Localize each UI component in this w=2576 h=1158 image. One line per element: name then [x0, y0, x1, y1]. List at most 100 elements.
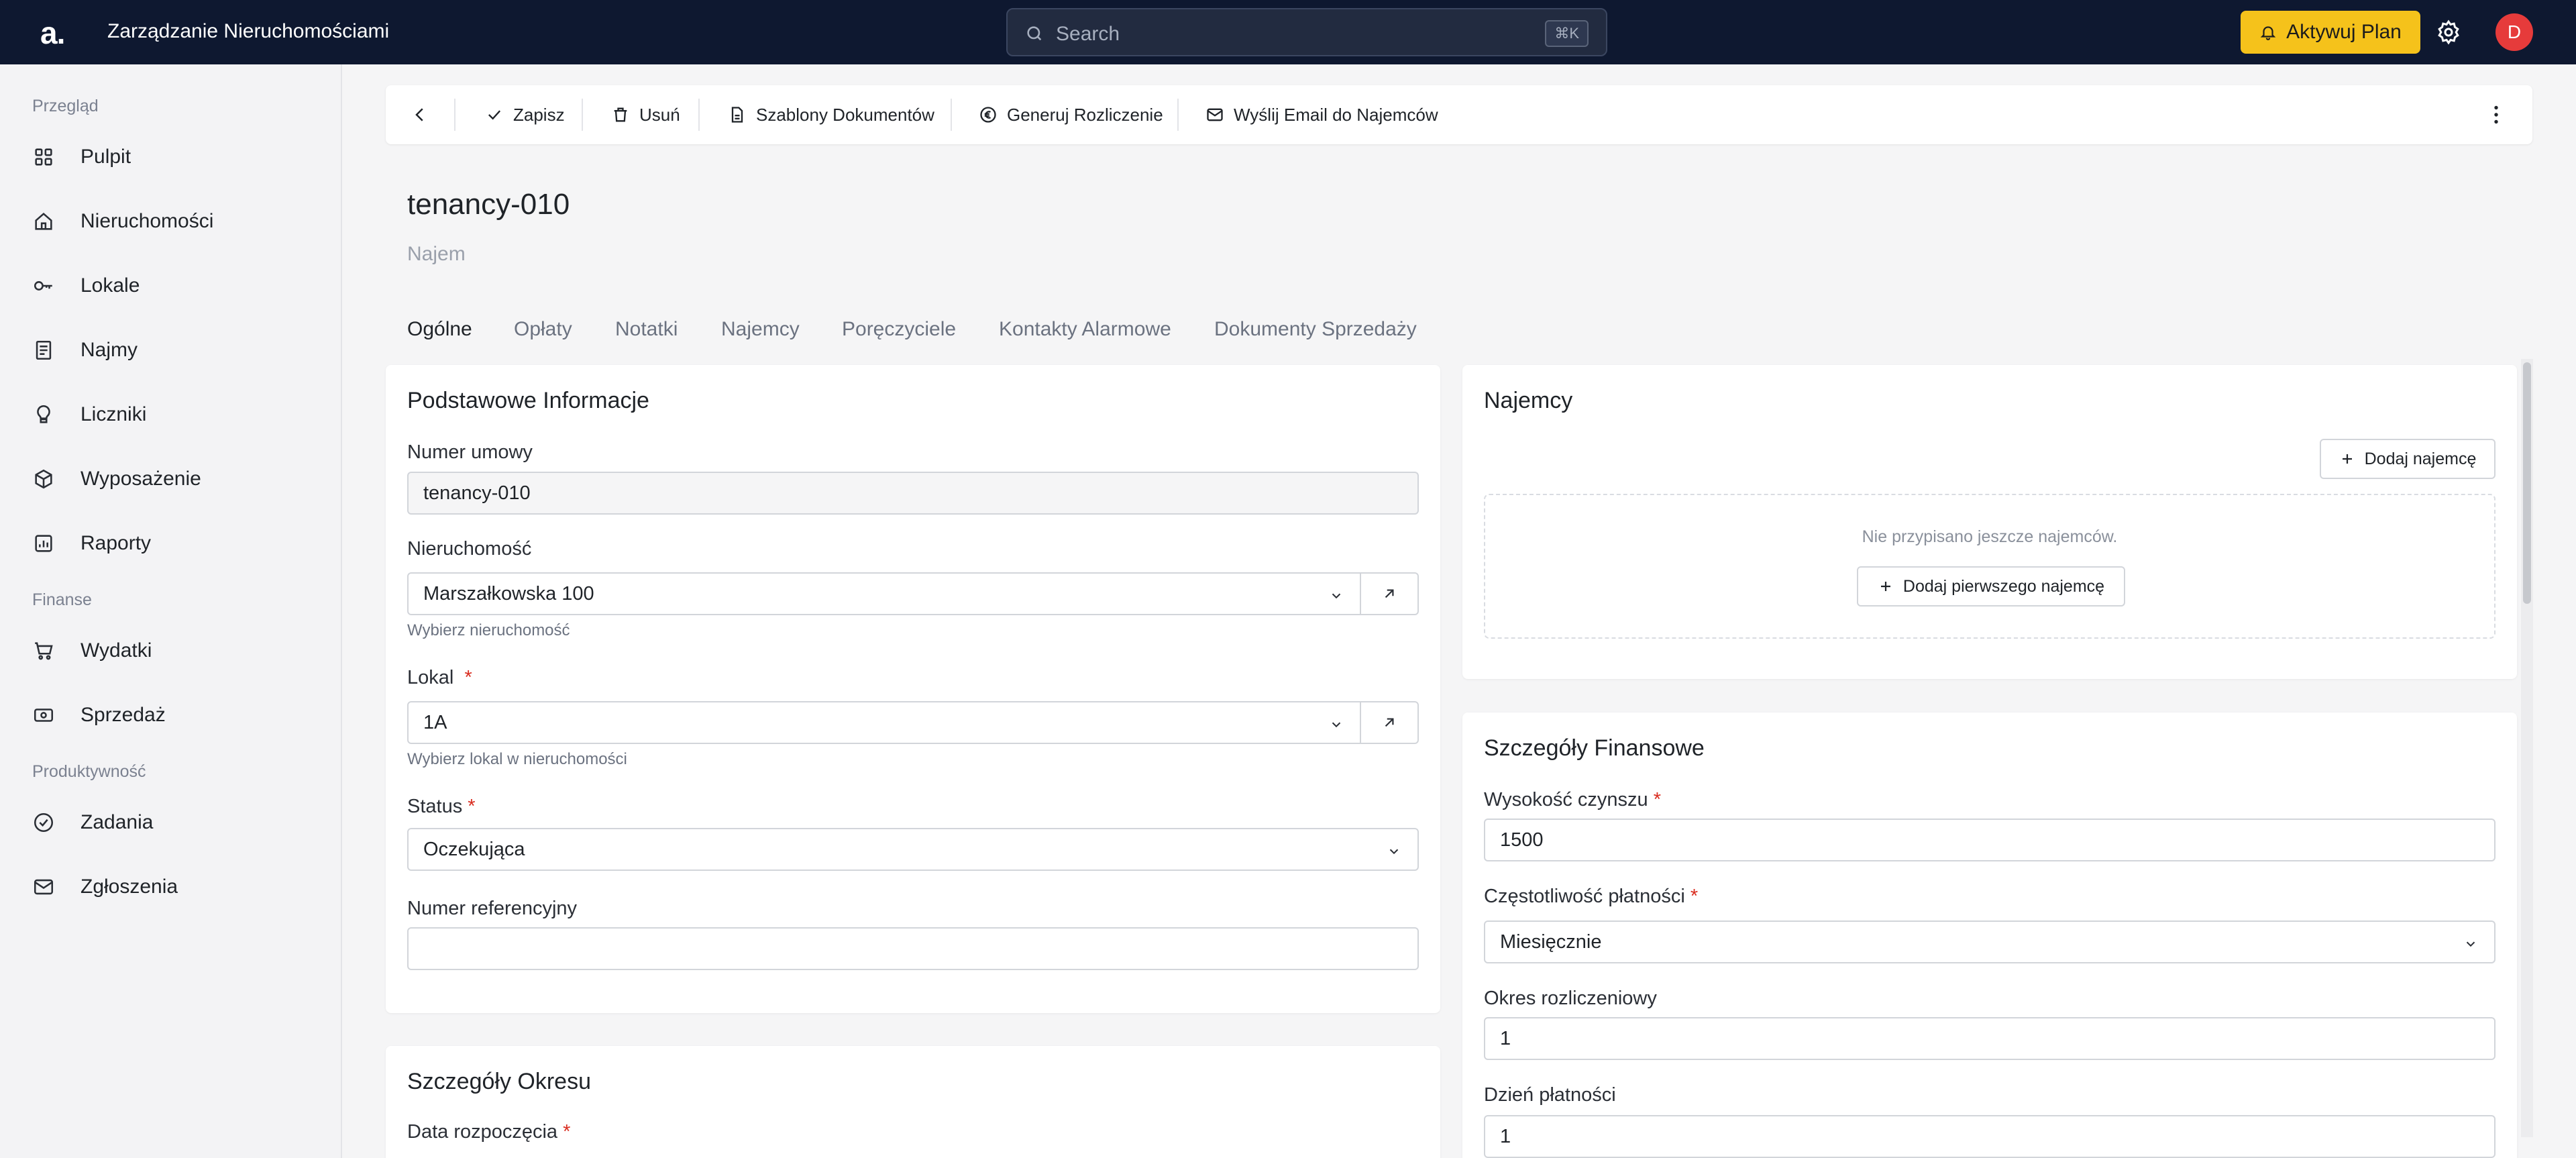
- tab-guarantors[interactable]: Poręczyciele: [842, 318, 956, 341]
- sidebar-item-reports[interactable]: Raporty: [32, 522, 314, 565]
- property-hint: Wybierz nieruchomość: [407, 621, 570, 639]
- required-marker: *: [557, 1121, 571, 1143]
- sidebar-item-units[interactable]: Lokale: [32, 264, 314, 307]
- banknote-icon: [34, 708, 54, 722]
- home-icon: [35, 212, 52, 230]
- sidebar-item-label: Zgłoszenia: [80, 876, 178, 898]
- chevron-down-icon: [1329, 717, 1344, 732]
- status-label: Status *: [407, 796, 476, 818]
- sidebar-section-overview: Przegląd: [32, 97, 99, 115]
- add-first-tenant-label: Dodaj pierwszego najemcę: [1902, 576, 2105, 596]
- sidebar-section-finance: Finanse: [32, 590, 92, 609]
- activate-plan-button[interactable]: Aktywuj Plan: [2241, 11, 2420, 54]
- action-toolbar: Zapisz Usuń Szablony Dokumentów Generuj …: [386, 85, 2532, 144]
- sidebar-item-equipment[interactable]: Wyposażenie: [32, 458, 314, 501]
- gear-icon[interactable]: [2435, 19, 2462, 46]
- sidebar-item-label: Pulpit: [80, 146, 131, 168]
- lightbulb-icon: [37, 405, 50, 423]
- sidebar-item-properties[interactable]: Nieruchomości: [32, 200, 314, 243]
- sidebar-item-requests[interactable]: Zgłoszenia: [32, 865, 314, 908]
- required-marker: *: [462, 796, 476, 817]
- trash-icon: [614, 107, 627, 122]
- app-title: Zarządzanie Nieruchomościami: [107, 20, 390, 42]
- contract-number-label: Numer umowy: [407, 441, 533, 463]
- tab-general[interactable]: Ogólne: [407, 318, 472, 341]
- payment-frequency-select[interactable]: Miesięcznie: [1484, 920, 2496, 963]
- start-date-label-text: Data rozpoczęcia: [407, 1121, 558, 1143]
- reference-number-field[interactable]: [407, 927, 1419, 970]
- euro-icon: [980, 107, 996, 123]
- delete-button[interactable]: Usuń: [611, 85, 680, 144]
- rent-amount-value: 1500: [1500, 829, 1544, 851]
- toolbar-divider: [698, 99, 700, 131]
- tab-emergency-contacts[interactable]: Kontakty Alarmowe: [999, 318, 1171, 341]
- tab-tenants[interactable]: Najemcy: [721, 318, 800, 341]
- unit-label-text: Lokal: [407, 667, 454, 688]
- search-shortcut-badge: ⌘K: [1545, 20, 1589, 47]
- property-value: Marszałkowska 100: [423, 582, 594, 604]
- add-tenant-label: Dodaj najemcę: [2364, 449, 2477, 468]
- toolbar-divider: [454, 99, 455, 131]
- page-title: tenancy-010: [407, 188, 570, 221]
- document-icon: [36, 340, 52, 360]
- start-date-label: Data rozpoczęcia *: [407, 1121, 570, 1143]
- save-button[interactable]: Zapisz: [485, 85, 565, 144]
- email-tenants-label: Wyślij Email do Najemców: [1234, 104, 1438, 125]
- email-tenants-button[interactable]: Wyślij Email do Najemców: [1205, 85, 1438, 144]
- plus-icon: [2342, 454, 2352, 464]
- sidebar-section-productivity: Produktywność: [32, 762, 146, 781]
- tab-notes[interactable]: Notatki: [615, 318, 678, 341]
- add-first-tenant-button[interactable]: Dodaj pierwszego najemcę: [1857, 566, 2125, 607]
- financial-details-card: Szczegóły Finansowe Wysokość czynszu * 1…: [1462, 713, 2517, 1158]
- billing-period-label: Okres rozliczeniowy: [1484, 988, 1657, 1009]
- tenants-empty-state: Nie przypisano jeszcze najemców. Dodaj p…: [1484, 494, 2496, 639]
- chevron-down-icon: [1329, 588, 1344, 603]
- top-bar: a. Zarządzanie Nieruchomościami Search ⌘…: [0, 0, 2576, 64]
- rent-amount-label: Wysokość czynszu *: [1484, 789, 1661, 811]
- payment-frequency-label: Częstotliwość płatności *: [1484, 886, 1698, 908]
- billing-period-value: 1: [1500, 1027, 1511, 1049]
- open-property-button[interactable]: [1360, 574, 1417, 614]
- property-label: Nieruchomość: [407, 538, 532, 560]
- status-select[interactable]: Oczekująca: [407, 828, 1419, 871]
- property-select[interactable]: Marszałkowska 100: [407, 572, 1419, 615]
- sidebar-item-meters[interactable]: Liczniki: [32, 393, 314, 436]
- sidebar-item-expenses[interactable]: Wydatki: [32, 629, 314, 672]
- unit-label: Lokal *: [407, 667, 472, 689]
- report-icon: [35, 535, 52, 552]
- required-marker: *: [1684, 886, 1699, 907]
- sidebar-item-dashboard[interactable]: Pulpit: [32, 136, 314, 178]
- mail-icon: [1207, 108, 1223, 121]
- external-link-icon: [1385, 718, 1394, 727]
- add-tenant-button[interactable]: Dodaj najemcę: [2320, 439, 2496, 479]
- sidebar-item-tenancies[interactable]: Najmy: [32, 329, 314, 372]
- payment-day-field[interactable]: 1: [1484, 1115, 2496, 1158]
- sidebar-item-tasks[interactable]: Zadania: [32, 801, 314, 844]
- sidebar-item-label: Raporty: [80, 532, 152, 554]
- activate-plan-label: Aktywuj Plan: [2286, 21, 2402, 43]
- rent-amount-label-text: Wysokość czynszu: [1484, 789, 1648, 810]
- back-button[interactable]: [410, 85, 430, 144]
- search-input[interactable]: Search ⌘K: [1006, 8, 1607, 56]
- app-logo[interactable]: a.: [40, 15, 65, 51]
- period-details-title: Szczegóły Okresu: [407, 1069, 591, 1094]
- contract-number-field[interactable]: tenancy-010: [407, 472, 1419, 515]
- rent-amount-field[interactable]: 1500: [1484, 819, 2496, 861]
- more-vertical-icon[interactable]: [2484, 103, 2508, 127]
- tab-fees[interactable]: Opłaty: [514, 318, 572, 341]
- sidebar-item-label: Lokale: [80, 274, 140, 297]
- open-unit-button[interactable]: [1360, 702, 1417, 743]
- chevron-down-icon: [1387, 844, 1401, 859]
- tab-sales-documents[interactable]: Dokumenty Sprzedaży: [1214, 318, 1417, 341]
- generate-settlement-button[interactable]: Generuj Rozliczenie: [979, 85, 1163, 144]
- payment-frequency-value: Miesięcznie: [1500, 931, 1602, 953]
- sidebar-item-sales[interactable]: Sprzedaż: [32, 694, 314, 737]
- document-templates-button[interactable]: Szablony Dokumentów: [728, 85, 934, 144]
- billing-period-field[interactable]: 1: [1484, 1017, 2496, 1060]
- grid-icon: [35, 148, 52, 166]
- unit-select[interactable]: 1A: [407, 701, 1419, 744]
- user-avatar[interactable]: D: [2496, 13, 2533, 51]
- scrollbar-thumb[interactable]: [2523, 362, 2531, 604]
- search-placeholder: Search: [1056, 23, 1120, 45]
- payment-frequency-label-text: Częstotliwość płatności: [1484, 886, 1685, 907]
